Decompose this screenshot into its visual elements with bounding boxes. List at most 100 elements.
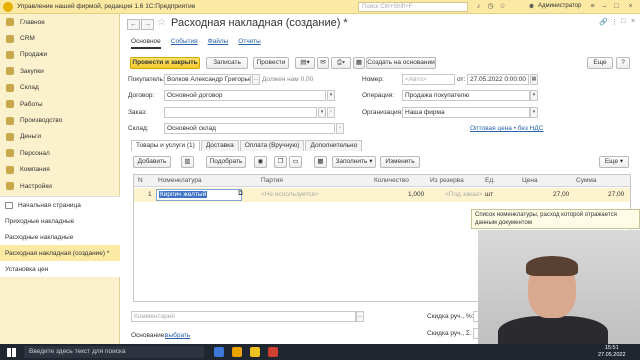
column-price[interactable]: Цена <box>522 177 538 184</box>
table-icon[interactable]: ▦ <box>314 156 327 168</box>
history-icon[interactable]: ◷ <box>486 2 495 11</box>
item-cell-editor[interactable]: Кирпич желтый <box>156 189 242 201</box>
menu-icon[interactable]: ≡ <box>588 2 597 11</box>
open-window-invoices[interactable]: Расходные накладные <box>0 229 120 245</box>
warehouse-field[interactable]: Основной склад <box>164 123 335 134</box>
tab-reports[interactable]: Отчеты <box>238 38 260 49</box>
global-search-input[interactable]: Поиск Ctrl+Shift+F <box>358 2 468 12</box>
fill-button[interactable]: Заполнить ▾ <box>332 156 376 168</box>
sidebar-item-crm[interactable]: CRM <box>0 30 119 46</box>
tab-goods[interactable]: Товары и услуги (1) <box>131 140 200 151</box>
maximize-icon[interactable]: □ <box>612 2 621 11</box>
sidebar-item-money[interactable]: Деньги <box>0 129 119 145</box>
link-icon[interactable]: 🔗 <box>599 18 608 26</box>
table-row[interactable]: 1 Кирпич желтый ⧉ <Не используется> 1,00… <box>134 188 630 202</box>
column-unit[interactable]: Ед. <box>485 177 495 184</box>
save-button[interactable]: Записать <box>206 57 248 69</box>
organization-field[interactable]: Наша фирма <box>402 107 530 118</box>
reserve-cell[interactable]: <Под заказ> <box>445 191 482 198</box>
app-taskbar-icon[interactable] <box>268 347 278 357</box>
date-field[interactable]: 27.05.2022 0:00:00 <box>467 74 529 85</box>
report-icon[interactable]: ▦ <box>353 57 365 69</box>
calendar-icon[interactable]: ▦ <box>530 74 538 85</box>
copy-icon[interactable]: ❐ <box>274 156 287 168</box>
price-kind-link[interactable]: Оптовая цена • без НДС <box>470 125 543 132</box>
forward-button[interactable]: → <box>141 19 154 30</box>
print-icon[interactable]: ⎙▾ <box>331 57 351 69</box>
column-sum[interactable]: Сумма <box>576 177 596 184</box>
tab-additional[interactable]: Дополнительно <box>305 140 363 151</box>
warehouse-open-icon[interactable]: ▫ <box>336 123 344 134</box>
pick-button[interactable]: Подобрать <box>206 156 246 168</box>
sidebar-item-production[interactable]: Производство <box>0 112 119 128</box>
task-view-icon[interactable] <box>214 347 224 357</box>
change-button[interactable]: Изменить <box>380 156 420 168</box>
explorer-icon[interactable] <box>232 347 242 357</box>
create-based-button[interactable]: Создать на основании <box>366 57 436 69</box>
barcode-icon[interactable]: ▥ <box>181 156 194 168</box>
help-icon[interactable]: ? <box>616 57 630 69</box>
operation-field[interactable]: Продажа покупателю <box>402 90 530 101</box>
open-window-prices[interactable]: Установка цен <box>0 261 120 277</box>
sidebar-item-settings[interactable]: Настройки <box>0 178 119 194</box>
item-open-icon[interactable]: ⧉ <box>238 190 243 198</box>
organization-dropdown-button[interactable]: ▾ <box>530 107 538 118</box>
sum-cell[interactable]: 27,00 <box>608 191 624 198</box>
bell-icon[interactable]: ♪ <box>474 2 483 11</box>
buyer-field[interactable]: Волков Александр Григорьевич <box>164 74 251 85</box>
column-quantity[interactable]: Количество <box>374 177 409 184</box>
sidebar-item-sales[interactable]: Продажи <box>0 47 119 63</box>
taskbar-search-input[interactable]: Введите здесь текст для поиска <box>24 346 204 358</box>
tab-payment[interactable]: Оплата (Вручную) <box>239 140 305 151</box>
unit-cell[interactable]: шт <box>485 191 493 198</box>
operation-dropdown-button[interactable]: ▾ <box>530 90 538 101</box>
column-reserve[interactable]: Из резерва <box>430 177 464 184</box>
mail-icon[interactable]: ✉ <box>317 57 329 69</box>
tab-events[interactable]: События <box>171 38 198 49</box>
sidebar-item-purchases[interactable]: Закупки <box>0 63 119 79</box>
windows-start-icon[interactable] <box>7 347 16 357</box>
tab-main[interactable]: Основное <box>131 38 161 49</box>
basis-select-link[interactable]: выбрать <box>165 332 190 339</box>
favorite-star-icon[interactable]: ☆ <box>157 17 166 28</box>
comment-field[interactable]: Комментарий <box>131 311 356 322</box>
user-icon[interactable]: ☻ <box>527 2 536 11</box>
taskbar-clock[interactable]: 15:51 27.05.2022 <box>598 345 626 359</box>
form-close-icon[interactable]: × <box>631 18 635 25</box>
open-window-current-invoice[interactable]: Расходная накладная (создание) * <box>0 245 120 261</box>
quantity-cell[interactable]: 1,000 <box>408 191 424 198</box>
sidebar-item-staff[interactable]: Персонал <box>0 145 119 161</box>
paste-icon[interactable]: ▭ <box>289 156 302 168</box>
sidebar-item-main[interactable]: Главное <box>0 14 119 30</box>
post-button[interactable]: Провести <box>253 57 289 69</box>
more-options-icon[interactable]: ⋮ <box>611 18 618 26</box>
order-dropdown-button[interactable]: ▾ <box>318 107 326 118</box>
more-button[interactable]: Еще <box>587 57 613 69</box>
sidebar-item-works[interactable]: Работы <box>0 96 119 112</box>
contract-select-button[interactable]: ▾ <box>327 90 335 101</box>
comment-edit-icon[interactable]: … <box>356 311 364 322</box>
buyer-select-button[interactable]: … <box>252 74 260 85</box>
tab-files[interactable]: Файлы <box>208 38 229 49</box>
expand-icon[interactable]: □ <box>621 18 625 25</box>
sidebar-item-warehouse[interactable]: Склад <box>0 80 119 96</box>
order-open-icon[interactable]: ▫ <box>327 107 335 118</box>
structure-icon[interactable]: ▤▾ <box>295 57 315 69</box>
eye-icon[interactable]: ◉ <box>254 156 267 168</box>
order-field[interactable] <box>164 107 317 118</box>
open-window-home[interactable]: Начальная страница <box>0 197 120 213</box>
back-button[interactable]: ← <box>127 19 140 30</box>
star-icon[interactable]: ☆ <box>498 2 507 11</box>
sidebar-item-company[interactable]: Компания <box>0 162 119 178</box>
1c-taskbar-icon[interactable] <box>250 347 260 357</box>
number-field[interactable]: <Авто> <box>402 74 455 85</box>
minimize-icon[interactable]: – <box>600 2 609 11</box>
add-row-button[interactable]: Добавить <box>133 156 171 168</box>
column-n[interactable]: N <box>138 177 143 184</box>
grid-more-button[interactable]: Еще ▾ <box>599 156 629 168</box>
user-name[interactable]: Администратор <box>538 3 581 9</box>
tab-delivery[interactable]: Доставка <box>200 140 239 151</box>
price-cell[interactable]: 27,00 <box>553 191 569 198</box>
post-and-close-button[interactable]: Провести и закрыть <box>130 57 200 69</box>
column-batch[interactable]: Партия <box>261 177 283 184</box>
